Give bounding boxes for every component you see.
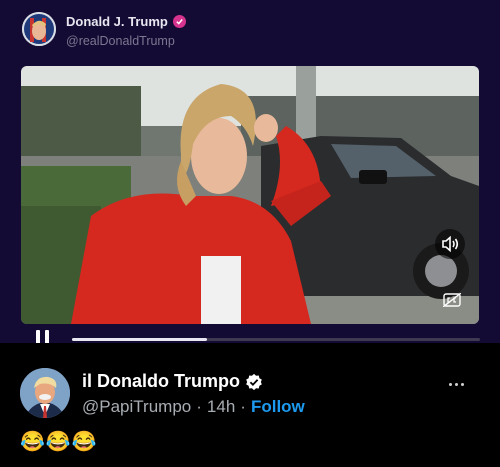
author-handle[interactable]: @PapiTrumpo — [82, 397, 191, 417]
verified-badge-icon — [172, 15, 186, 28]
volume-button[interactable] — [435, 229, 465, 259]
embedded-post-display-name[interactable]: Donald J. Trump — [66, 14, 186, 29]
post: il Donaldo Trumpo @PapiTrumpo · 14h · Fo… — [0, 343, 500, 467]
embedded-post-name-text: Donald J. Trump — [66, 14, 168, 29]
post-meta: @PapiTrumpo · 14h · Follow — [82, 397, 305, 417]
more-options-button[interactable] — [449, 383, 464, 386]
verified-badge-icon — [245, 373, 263, 391]
video-player[interactable] — [21, 66, 479, 324]
more-icon-dot — [461, 383, 464, 386]
captions-button[interactable] — [439, 287, 465, 313]
meta-separator: · — [196, 397, 202, 416]
embedded-post-avatar[interactable] — [22, 12, 56, 46]
captions-off-icon — [443, 293, 461, 307]
video-progress-fill — [72, 338, 207, 341]
volume-icon — [442, 236, 459, 252]
post-timestamp[interactable]: 14h — [207, 397, 235, 417]
post-text: 😂😂😂 — [20, 431, 98, 453]
embedded-post[interactable]: Donald J. Trump @realDonaldTrump — [0, 0, 500, 348]
author-display-name[interactable]: il Donaldo Trumpo — [82, 371, 263, 392]
follow-button[interactable]: Follow — [251, 397, 305, 417]
video-frame — [21, 66, 479, 324]
author-name-text: il Donaldo Trumpo — [82, 371, 240, 391]
embedded-post-handle: @realDonaldTrump — [66, 34, 175, 48]
more-icon-dot — [455, 383, 458, 386]
avatar[interactable] — [20, 368, 70, 418]
more-icon — [449, 383, 452, 386]
video-progress-bar[interactable] — [72, 338, 480, 341]
meta-separator: · — [240, 397, 246, 416]
